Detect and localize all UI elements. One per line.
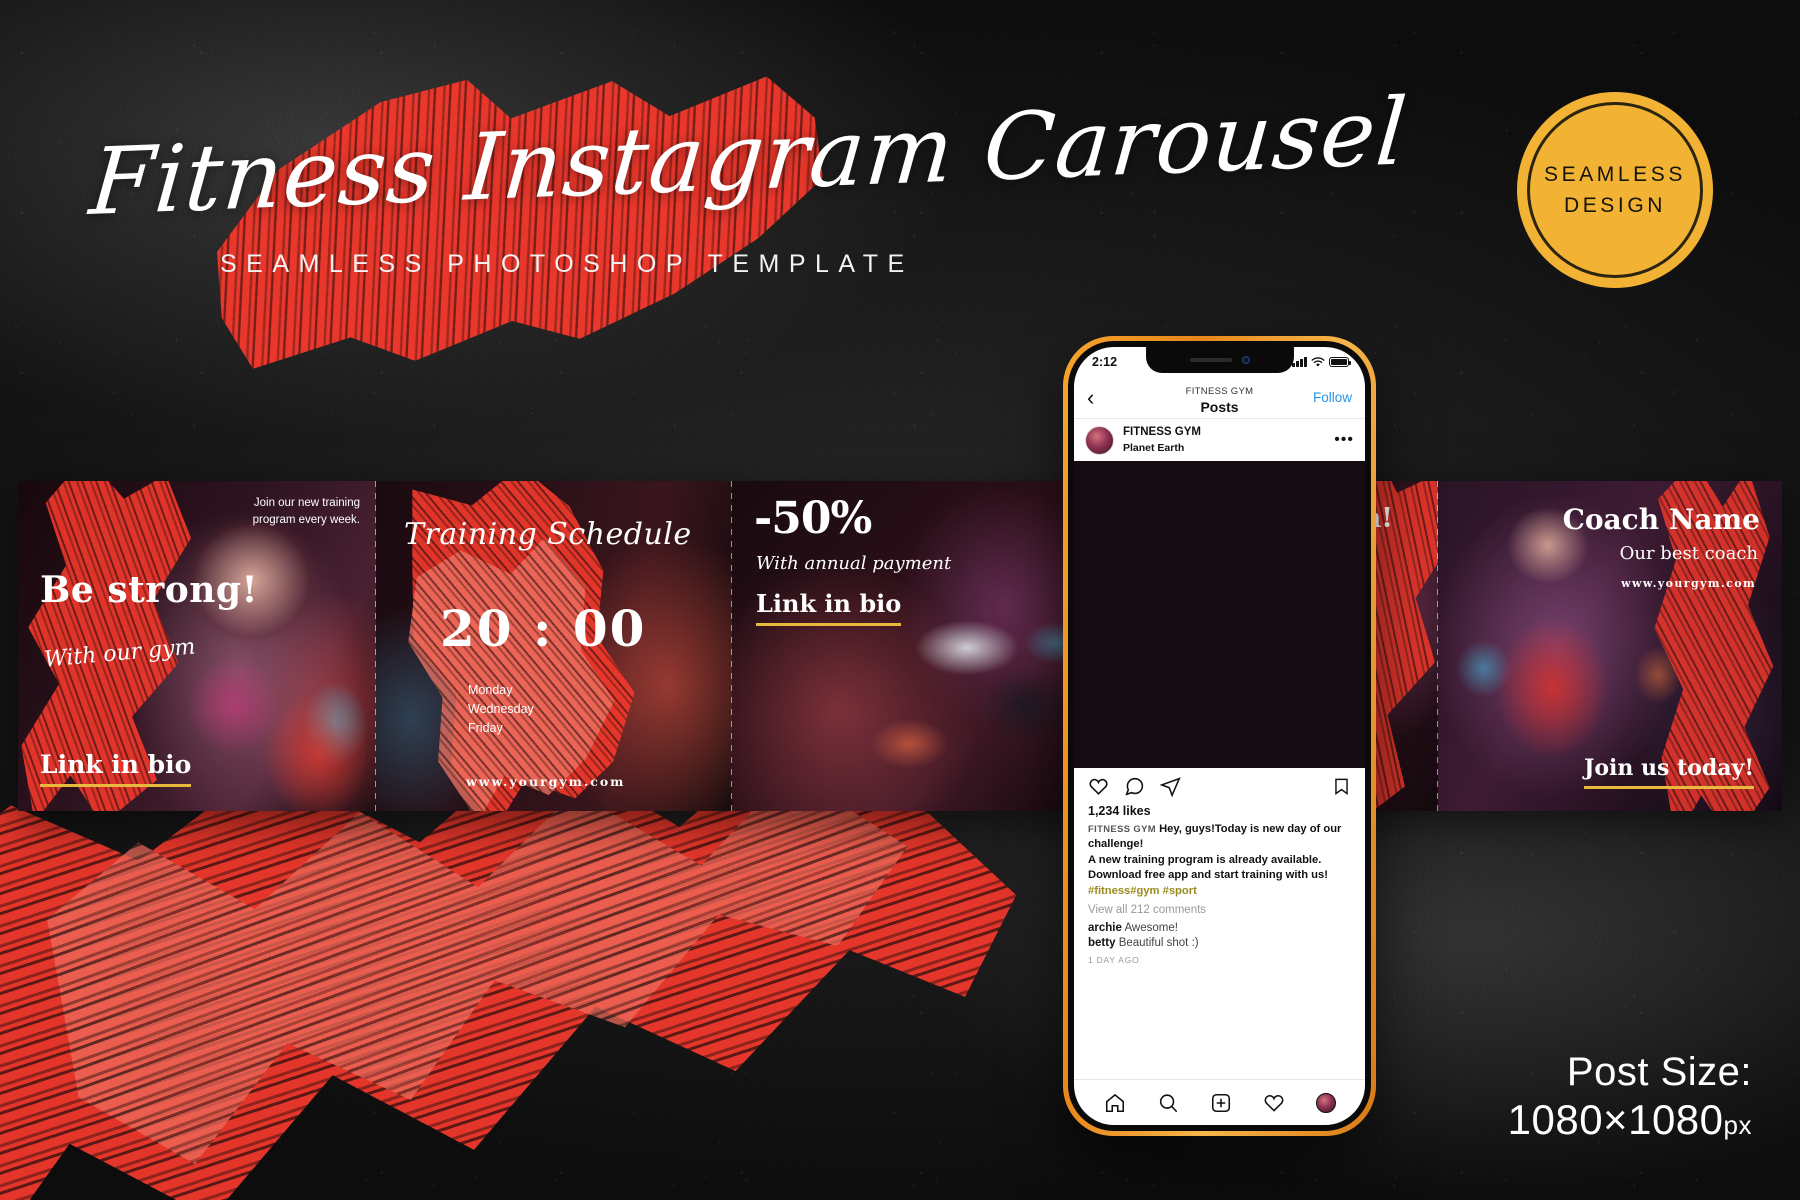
post-author-row: FITNESS GYM Planet Earth ••• — [1074, 419, 1365, 461]
page-title: Fitness Instagram Carousel — [85, 78, 1412, 237]
badge-line-1: SEAMLESS — [1543, 162, 1686, 186]
slide-2-time: 20 : 00 — [440, 599, 647, 658]
carousel-slide-coach[interactable]: Coach Name Our best coach www.yourgym.co… — [1438, 481, 1782, 811]
comment-icon[interactable] — [1124, 776, 1145, 797]
caption-author[interactable]: FITNESS GYM — [1088, 823, 1156, 834]
home-icon[interactable] — [1104, 1092, 1126, 1114]
phone-mockup: 2:12 ‹ FITNESS GYM Posts Follow FITNESS … — [1063, 336, 1376, 1136]
post-author-location[interactable]: Planet Earth — [1123, 441, 1201, 455]
slide-3-cta[interactable]: Link in bio — [756, 589, 902, 626]
heart-icon[interactable] — [1088, 776, 1109, 797]
comment-text-1: Awesome! — [1124, 922, 1178, 935]
profile-avatar-tab[interactable] — [1315, 1092, 1336, 1113]
slide-2-day-3: Friday — [468, 720, 503, 735]
slide-5-heading: Coach Name — [1562, 503, 1760, 536]
bookmark-icon[interactable] — [1332, 776, 1351, 797]
comment-item-1: archie Awesome! — [1074, 919, 1365, 934]
comment-text-2: Beautiful shot :) — [1118, 937, 1199, 950]
slide-1-kicker-line-2: program every week. — [252, 513, 360, 526]
battery-icon — [1329, 357, 1352, 367]
slide-2-heading: Training Schedule — [404, 517, 692, 552]
slide-divider-4 — [1437, 481, 1438, 811]
page-subtitle: SEAMLESS PHOTOSHOP TEMPLATE — [220, 250, 914, 278]
post-size-label: Post Size: — [1566, 1049, 1752, 1094]
avatar[interactable] — [1085, 425, 1114, 455]
activity-heart-icon[interactable] — [1263, 1092, 1285, 1114]
post-image[interactable] — [1074, 461, 1365, 768]
phone-bezel: 2:12 ‹ FITNESS GYM Posts Follow FITNESS … — [1068, 341, 1371, 1131]
follow-button[interactable]: Follow — [1313, 390, 1352, 405]
slide-1-cta[interactable]: Link in bio — [40, 750, 192, 787]
post-author-info: FITNESS GYM Planet Earth — [1123, 425, 1201, 455]
badge-line-2: DESIGN — [1563, 194, 1667, 217]
status-time: 2:12 — [1092, 355, 1118, 369]
search-icon[interactable] — [1157, 1092, 1179, 1114]
post-action-bar — [1074, 768, 1365, 804]
slide-divider-1 — [375, 481, 376, 811]
slide-3-cta-label: Link in bio — [756, 589, 902, 626]
cellular-signal-icon — [1292, 357, 1307, 367]
caption-hashtags[interactable]: #fitness#gym #sport — [1088, 884, 1351, 899]
caption-line-3: Download free app and start training wit… — [1088, 869, 1328, 882]
comment-author-1[interactable]: archie — [1088, 922, 1122, 934]
post-timestamp: 1 DAY AGO — [1088, 955, 1140, 966]
like-count: 1,234 likes — [1088, 804, 1151, 818]
slide-2-days: Monday Wednesday Friday — [468, 681, 534, 737]
app-navbar: ‹ FITNESS GYM Posts Follow — [1074, 377, 1365, 419]
slide-5-cta-label: Join us today! — [1583, 755, 1754, 789]
comment-item-2: betty Beautiful shot :) — [1074, 934, 1365, 949]
plus-square-icon[interactable] — [1210, 1092, 1232, 1114]
slide-5-sub: Our best coach — [1619, 543, 1758, 564]
post-size-value: 1080×1080 — [1507, 1095, 1724, 1143]
navbar-subtitle: FITNESS GYM — [1185, 385, 1254, 397]
slide-3-script: With annual payment — [756, 553, 952, 574]
slide-2-day-1: Monday — [468, 683, 513, 697]
view-comments-link[interactable]: View all 212 comments — [1074, 899, 1365, 919]
share-icon[interactable] — [1160, 776, 1181, 797]
carousel-slide-discount[interactable]: -50% With annual payment Link in bio — [732, 481, 1088, 811]
more-options-icon[interactable]: ••• — [1334, 432, 1354, 447]
hero-heading-block: Fitness Instagram Carousel SEAMLESS PHOT… — [86, 78, 1411, 279]
status-bar: 2:12 — [1074, 347, 1365, 377]
post-size-block: Post Size: 1080×1080px — [1508, 1049, 1752, 1144]
caption-line-2: A new training program is already availa… — [1088, 853, 1322, 866]
slide-5-url: www.yourgym.com — [1621, 577, 1756, 590]
phone-screen: 2:12 ‹ FITNESS GYM Posts Follow FITNESS … — [1074, 347, 1365, 1125]
slide-1-kicker: Join our new training program every week… — [253, 495, 360, 528]
slide-1-cta-label: Link in bio — [40, 750, 192, 787]
post-author-name[interactable]: FITNESS GYM — [1123, 425, 1201, 441]
slide-3-heading: -50% — [754, 493, 872, 544]
status-indicators — [1292, 356, 1352, 368]
carousel-slide-be-strong[interactable]: Join our new training program every week… — [18, 481, 376, 811]
slide-5-cta[interactable]: Join us today! — [1583, 755, 1754, 789]
post-caption: FITNESS GYM Hey, guys!Today is new day o… — [1074, 822, 1365, 899]
wifi-icon — [1311, 356, 1325, 367]
carousel-strip: Join our new training program every week… — [18, 481, 1782, 811]
post-size-value-row: 1080×1080px — [1508, 1096, 1752, 1144]
comment-author-2[interactable]: betty — [1088, 937, 1115, 949]
slide-divider-2 — [731, 481, 732, 811]
slide-2-day-2: Wednesday — [468, 701, 534, 716]
carousel-slide-training-schedule[interactable]: Training Schedule 20 : 00 Monday Wednesd… — [376, 481, 732, 811]
slide-1-heading: Be strong! — [40, 569, 258, 611]
post-size-unit: px — [1723, 1109, 1752, 1140]
bottom-tab-bar — [1074, 1079, 1365, 1125]
seamless-design-badge: SEAMLESS DESIGN — [1517, 92, 1713, 288]
slide-2-url: www.yourgym.com — [466, 774, 626, 789]
slide-1-kicker-line-1: Join our new training — [253, 497, 360, 509]
